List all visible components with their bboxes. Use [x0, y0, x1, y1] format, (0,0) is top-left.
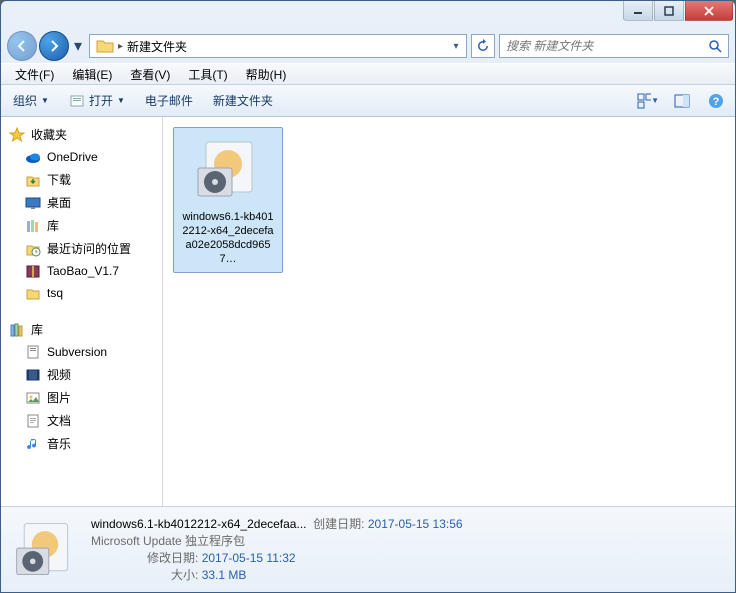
- sidebar-item[interactable]: 视频: [1, 363, 162, 386]
- folder-icon: [96, 37, 114, 55]
- menu-help[interactable]: 帮助(H): [238, 64, 295, 85]
- file-item-selected[interactable]: windows6.1-kb4012212-x64_2decefaa02e2058…: [173, 127, 283, 273]
- sidebar-item[interactable]: 库: [1, 214, 162, 237]
- new-folder-button[interactable]: 新建文件夹: [209, 90, 277, 111]
- breadcrumb-item[interactable]: 新建文件夹: [123, 38, 191, 55]
- sidebar-item-label: TaoBao_V1.7: [47, 264, 119, 278]
- nav-row: ▾ ▸ 新建文件夹 ▾: [1, 29, 735, 63]
- sidebar-item[interactable]: 文档: [1, 409, 162, 432]
- svg-text:?: ?: [713, 96, 720, 108]
- sidebar-item-label: 桌面: [47, 194, 71, 211]
- minimize-button[interactable]: [623, 1, 653, 21]
- explorer-window: ▾ ▸ 新建文件夹 ▾ 文件(F) 编辑(E) 查看(V) 工具(T) 帮助(H…: [0, 0, 736, 593]
- menu-file[interactable]: 文件(F): [7, 64, 62, 85]
- menubar: 文件(F) 编辑(E) 查看(V) 工具(T) 帮助(H): [1, 63, 735, 85]
- view-options-button[interactable]: ▼: [637, 90, 659, 112]
- maximize-button[interactable]: [654, 1, 684, 21]
- sidebar-item-label: Subversion: [47, 345, 107, 359]
- close-button[interactable]: [685, 1, 733, 21]
- search-icon[interactable]: [708, 39, 722, 53]
- sidebar-item[interactable]: 下载: [1, 168, 162, 191]
- sidebar-item[interactable]: 桌面: [1, 191, 162, 214]
- open-icon: [69, 93, 85, 109]
- music-icon: [25, 436, 41, 452]
- picture-icon: [25, 390, 41, 406]
- search-box[interactable]: [499, 34, 729, 58]
- sidebar-item-label: 视频: [47, 366, 71, 383]
- sidebar-item[interactable]: tsq: [1, 282, 162, 304]
- library-icon: [9, 322, 25, 338]
- library-icon: [25, 218, 41, 234]
- address-dropdown[interactable]: ▾: [448, 41, 464, 52]
- search-input[interactable]: [506, 39, 708, 53]
- sidebar-item-label: 音乐: [47, 435, 71, 452]
- details-filename: windows6.1-kb4012212-x64_2decefaa...: [91, 517, 306, 531]
- sidebar: 收藏夹 OneDrive下载桌面库最近访问的位置TaoBao_V1.7tsq 库…: [1, 117, 163, 506]
- details-size: 33.1 MB: [202, 568, 247, 582]
- star-icon: [9, 127, 25, 143]
- sidebar-item[interactable]: 最近访问的位置: [1, 237, 162, 260]
- msu-package-icon: [192, 134, 264, 206]
- recent-icon: [25, 241, 41, 257]
- document-icon: [25, 413, 41, 429]
- help-button[interactable]: ?: [705, 90, 727, 112]
- sidebar-item-label: 下载: [47, 171, 71, 188]
- sidebar-item-label: 文档: [47, 412, 71, 429]
- folder-icon: [25, 285, 41, 301]
- preview-pane-button[interactable]: [671, 90, 693, 112]
- onedrive-icon: [25, 149, 41, 165]
- file-list[interactable]: windows6.1-kb4012212-x64_2decefaa02e2058…: [163, 117, 735, 506]
- titlebar: [1, 1, 735, 29]
- sidebar-item[interactable]: Subversion: [1, 341, 162, 363]
- sidebar-item-label: 图片: [47, 389, 71, 406]
- download-icon: [25, 172, 41, 188]
- desktop-icon: [25, 195, 41, 211]
- details-created-date: 2017-05-15 13:56: [368, 517, 463, 531]
- menu-view[interactable]: 查看(V): [122, 64, 178, 85]
- sidebar-favorites-header[interactable]: 收藏夹: [1, 123, 162, 146]
- forward-button[interactable]: [39, 31, 69, 61]
- back-button[interactable]: [7, 31, 37, 61]
- details-modified-date: 2017-05-15 11:32: [202, 551, 296, 565]
- details-text: windows6.1-kb4012212-x64_2decefaa... 创建日…: [91, 516, 463, 584]
- details-type: Microsoft Update 独立程序包: [91, 533, 463, 550]
- details-icon: [11, 516, 79, 584]
- svn-icon: [25, 344, 41, 360]
- menu-tools[interactable]: 工具(T): [180, 64, 235, 85]
- sidebar-item-label: 库: [47, 217, 59, 234]
- address-bar[interactable]: ▸ 新建文件夹 ▾: [89, 34, 467, 58]
- details-pane: windows6.1-kb4012212-x64_2decefaa... 创建日…: [1, 506, 735, 592]
- refresh-button[interactable]: [471, 34, 495, 58]
- sidebar-item-label: OneDrive: [47, 150, 98, 164]
- nav-history-dropdown[interactable]: ▾: [71, 34, 85, 58]
- sidebar-item[interactable]: OneDrive: [1, 146, 162, 168]
- file-label: windows6.1-kb4012212-x64_2decefaa02e2058…: [180, 210, 276, 266]
- open-button[interactable]: 打开▼: [65, 90, 129, 111]
- email-button[interactable]: 电子邮件: [141, 90, 197, 111]
- explorer-body: 收藏夹 OneDrive下载桌面库最近访问的位置TaoBao_V1.7tsq 库…: [1, 117, 735, 506]
- organize-button[interactable]: 组织▼: [9, 90, 53, 111]
- sidebar-item[interactable]: TaoBao_V1.7: [1, 260, 162, 282]
- sidebar-libraries-header[interactable]: 库: [1, 318, 162, 341]
- video-icon: [25, 367, 41, 383]
- menu-edit[interactable]: 编辑(E): [64, 64, 120, 85]
- toolbar: 组织▼ 打开▼ 电子邮件 新建文件夹 ▼ ?: [1, 85, 735, 117]
- sidebar-item-label: tsq: [47, 286, 63, 300]
- sidebar-item[interactable]: 图片: [1, 386, 162, 409]
- archive-icon: [25, 263, 41, 279]
- sidebar-item[interactable]: 音乐: [1, 432, 162, 455]
- sidebar-item-label: 最近访问的位置: [47, 240, 131, 257]
